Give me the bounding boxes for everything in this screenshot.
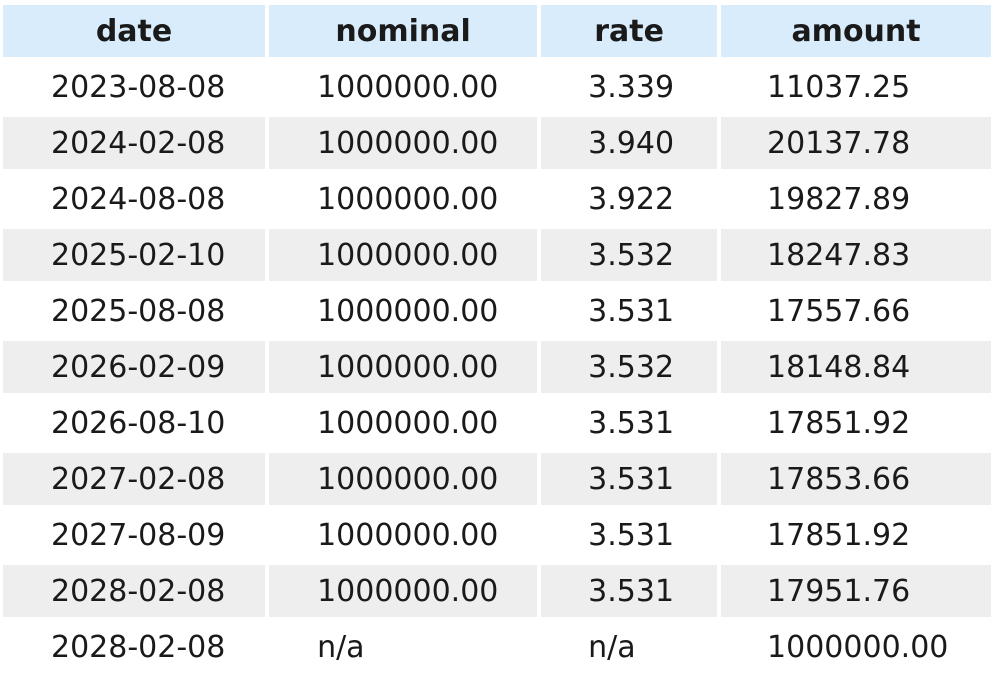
column-header-nominal[interactable]: nominal	[269, 5, 538, 57]
cell-rate: 3.531	[588, 293, 675, 329]
cell-rate: 3.531	[588, 405, 675, 441]
cell-date: 2028-02-08	[3, 565, 266, 617]
cell-date: 2028-02-08	[51, 629, 226, 665]
table-row: 2023-08-08 1000000.00 3.339 11037.25	[3, 61, 991, 113]
cell-rate: 3.339	[588, 69, 675, 105]
cell-amount: 18148.84	[721, 341, 991, 393]
cell-rate: 3.940	[541, 117, 718, 169]
cell-amount: 17853.66	[721, 453, 991, 505]
cell-nominal: 1000000.00	[317, 405, 499, 441]
cell-date: 2026-02-09	[3, 341, 266, 393]
cell-rate: 3.532	[541, 341, 718, 393]
table-row: 2026-02-09 1000000.00 3.532 18148.84	[3, 341, 991, 393]
table-row: 2024-02-08 1000000.00 3.940 20137.78	[3, 117, 991, 169]
table-row: 2025-02-10 1000000.00 3.532 18247.83	[3, 229, 991, 281]
cell-nominal: 1000000.00	[269, 341, 538, 393]
cell-date: 2025-02-10	[3, 229, 266, 281]
cell-date: 2024-02-08	[3, 117, 266, 169]
table-row: 2024-08-08 1000000.00 3.922 19827.89	[3, 173, 991, 225]
table-row: 2025-08-08 1000000.00 3.531 17557.66	[3, 285, 991, 337]
cell-amount: 17851.92	[767, 517, 911, 553]
cell-amount: 17557.66	[767, 293, 911, 329]
cell-nominal: 1000000.00	[269, 565, 538, 617]
table-row: 2028-02-08 1000000.00 3.531 17951.76	[3, 565, 991, 617]
cell-amount: 17951.76	[721, 565, 991, 617]
cell-nominal: n/a	[317, 629, 365, 665]
cell-rate: 3.922	[588, 181, 675, 217]
cashflow-table-container: date nominal rate amount 2023-08-08 1000…	[0, 0, 996, 686]
cell-date: 2027-08-09	[51, 517, 226, 553]
table-header-row: date nominal rate amount	[3, 5, 991, 57]
column-header-rate[interactable]: rate	[541, 5, 718, 57]
cell-date: 2024-08-08	[51, 181, 226, 217]
column-header-amount[interactable]: amount	[721, 5, 991, 57]
cell-nominal: 1000000.00	[317, 293, 499, 329]
cell-date: 2027-02-08	[3, 453, 266, 505]
cell-rate: 3.532	[541, 229, 718, 281]
cell-rate: 3.531	[541, 453, 718, 505]
cell-date: 2023-08-08	[51, 69, 226, 105]
cell-nominal: 1000000.00	[317, 69, 499, 105]
table-row: 2027-02-08 1000000.00 3.531 17853.66	[3, 453, 991, 505]
cell-rate: n/a	[588, 629, 636, 665]
cell-date: 2026-08-10	[51, 405, 226, 441]
cell-nominal: 1000000.00	[269, 453, 538, 505]
table-row: 2028-02-08 n/a n/a 1000000.00	[3, 621, 991, 673]
cell-amount: 1000000.00	[767, 629, 949, 665]
table-row: 2026-08-10 1000000.00 3.531 17851.92	[3, 397, 991, 449]
cell-nominal: 1000000.00	[269, 229, 538, 281]
cell-amount: 11037.25	[767, 69, 911, 105]
cell-amount: 20137.78	[721, 117, 991, 169]
cell-nominal: 1000000.00	[317, 517, 499, 553]
cell-nominal: 1000000.00	[269, 117, 538, 169]
cell-rate: 3.531	[588, 517, 675, 553]
cell-nominal: 1000000.00	[317, 181, 499, 217]
cell-rate: 3.531	[541, 565, 718, 617]
cell-amount: 17851.92	[767, 405, 911, 441]
column-header-date[interactable]: date	[3, 5, 266, 57]
cell-amount: 19827.89	[767, 181, 911, 217]
table-row: 2027-08-09 1000000.00 3.531 17851.92	[3, 509, 991, 561]
cell-amount: 18247.83	[721, 229, 991, 281]
cashflow-table: date nominal rate amount 2023-08-08 1000…	[0, 1, 995, 677]
cell-date: 2025-08-08	[51, 293, 226, 329]
